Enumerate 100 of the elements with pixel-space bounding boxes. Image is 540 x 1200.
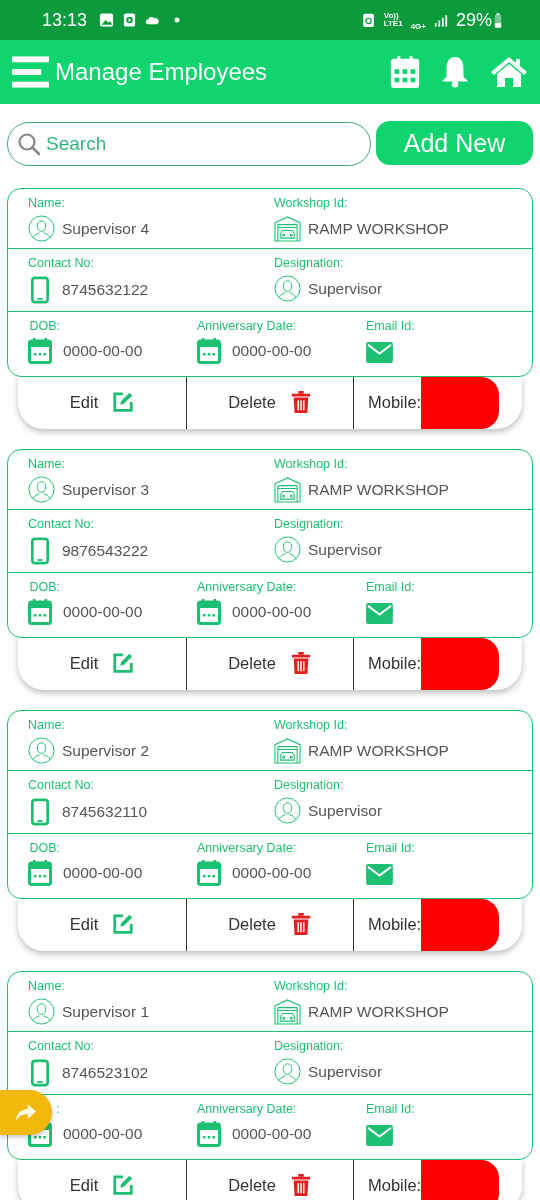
share-arrow-icon — [15, 1103, 37, 1122]
phone-icon — [31, 536, 49, 566]
garage-icon — [274, 737, 301, 764]
calendar-icon — [197, 599, 221, 625]
anniversary-date: 0000-00-00 — [232, 603, 312, 621]
person-icon — [274, 1058, 301, 1085]
mobile-label: Mobile: — [368, 653, 422, 673]
anniversary-date: 0000-00-00 — [232, 864, 312, 882]
dot-icon — [174, 17, 181, 23]
field-label: : — [55, 1102, 60, 1117]
field-label: Contact No: — [28, 1039, 95, 1054]
field-label: Designation: — [274, 1039, 345, 1054]
network-label: 4G+ — [410, 21, 426, 31]
signal-icon — [433, 13, 448, 27]
trash-icon — [289, 391, 312, 413]
garage-icon — [274, 998, 301, 1025]
person-icon — [274, 536, 301, 563]
mobile-label: Mobile: — [368, 914, 422, 934]
designation: Supervisor — [308, 801, 383, 820]
field-label: DOB: — [28, 319, 60, 334]
mobile-label: Mobile: — [368, 1175, 422, 1195]
designation: Supervisor — [308, 279, 383, 298]
envelope-icon[interactable] — [366, 1125, 393, 1146]
field-label: Designation: — [274, 517, 345, 532]
birth-date: 0000-00-00 — [63, 864, 143, 882]
field-label: DOB: — [28, 841, 60, 856]
calendar-icon — [197, 860, 221, 886]
trash-icon — [289, 913, 312, 935]
clock: 13:13 — [42, 9, 88, 31]
field-label: Anniversary Date: — [197, 841, 298, 856]
person-icon — [28, 998, 55, 1025]
lte-label: LTE1 — [383, 20, 403, 28]
mobile-label: Mobile: — [368, 392, 422, 412]
volte-label: Vo)) — [383, 12, 399, 20]
anniversary-date: 0000-00-00 — [232, 342, 312, 360]
person-icon — [28, 737, 55, 764]
battery-level: 29% — [455, 9, 492, 31]
play-icon — [122, 12, 138, 28]
page-title: Manage Employees — [55, 58, 269, 86]
envelope-icon[interactable] — [366, 864, 393, 885]
edit-button[interactable]: Edit — [18, 636, 186, 690]
workshop-name: RAMP WORKSHOP — [308, 480, 449, 499]
delete-button[interactable]: Delete — [186, 897, 354, 951]
search-field[interactable]: Search — [7, 122, 371, 166]
field-label: DOB: — [28, 580, 60, 595]
employee-name: Supervisor 1 — [62, 1002, 149, 1021]
person-icon — [28, 476, 55, 503]
field-label: Name: — [28, 457, 66, 472]
garage-icon — [274, 215, 301, 242]
field-label: Workshop Id: — [274, 196, 349, 211]
person-icon — [274, 797, 301, 824]
calendar-icon — [28, 599, 52, 625]
employee-name: Supervisor 2 — [62, 741, 149, 760]
battery-icon — [494, 12, 502, 28]
search-icon — [17, 132, 41, 156]
field-label: Workshop Id: — [274, 457, 349, 472]
edit-button[interactable]: Edit — [18, 897, 186, 951]
field-label: Email Id: — [366, 1102, 416, 1117]
field-label: Anniversary Date: — [197, 1102, 298, 1117]
workshop-name: RAMP WORKSHOP — [308, 1002, 449, 1021]
contact-number: 8745632122 — [62, 281, 149, 299]
delete-button[interactable]: Delete — [186, 375, 354, 429]
envelope-icon[interactable] — [366, 342, 393, 363]
home-icon[interactable] — [490, 56, 528, 88]
calendar-icon — [28, 338, 52, 364]
birth-date: 0000-00-00 — [63, 342, 143, 360]
delete-button[interactable]: Delete — [186, 1158, 354, 1200]
workshop-name: RAMP WORKSHOP — [308, 219, 449, 238]
edit-button[interactable]: Edit — [18, 375, 186, 429]
employee-name: Supervisor 3 — [62, 480, 149, 499]
workshop-name: RAMP WORKSHOP — [308, 741, 449, 760]
field-label: Anniversary Date: — [197, 319, 298, 334]
envelope-icon[interactable] — [366, 603, 393, 624]
employee-name: Supervisor 4 — [62, 219, 149, 238]
person-icon — [274, 275, 301, 302]
field-label: Email Id: — [366, 841, 416, 856]
battery-saver-icon — [360, 12, 376, 28]
edit-icon — [112, 1174, 135, 1196]
edit-icon — [112, 391, 135, 413]
delete-button[interactable]: Delete — [186, 636, 354, 690]
edit-button[interactable]: Edit — [18, 1158, 186, 1200]
edit-icon — [112, 913, 135, 935]
menu-icon[interactable] — [12, 56, 49, 88]
field-label: Contact No: — [28, 778, 95, 793]
calendar-icon — [28, 860, 52, 886]
contact-number: 9876543222 — [62, 542, 149, 560]
field-label: Workshop Id: — [274, 979, 349, 994]
contact-number: 8745632110 — [62, 803, 148, 821]
bell-icon[interactable] — [440, 56, 470, 88]
image-icon — [99, 12, 115, 28]
field-label: Workshop Id: — [274, 718, 349, 733]
share-button[interactable] — [0, 1090, 52, 1135]
phone-icon — [31, 797, 49, 827]
field-label: Email Id: — [366, 580, 416, 595]
field-label: Name: — [28, 196, 66, 211]
calendar-icon[interactable] — [390, 56, 420, 88]
field-label: Anniversary Date: — [197, 580, 298, 595]
field-label: Email Id: — [366, 319, 416, 334]
trash-icon — [289, 1174, 312, 1196]
field-label: Designation: — [274, 778, 345, 793]
